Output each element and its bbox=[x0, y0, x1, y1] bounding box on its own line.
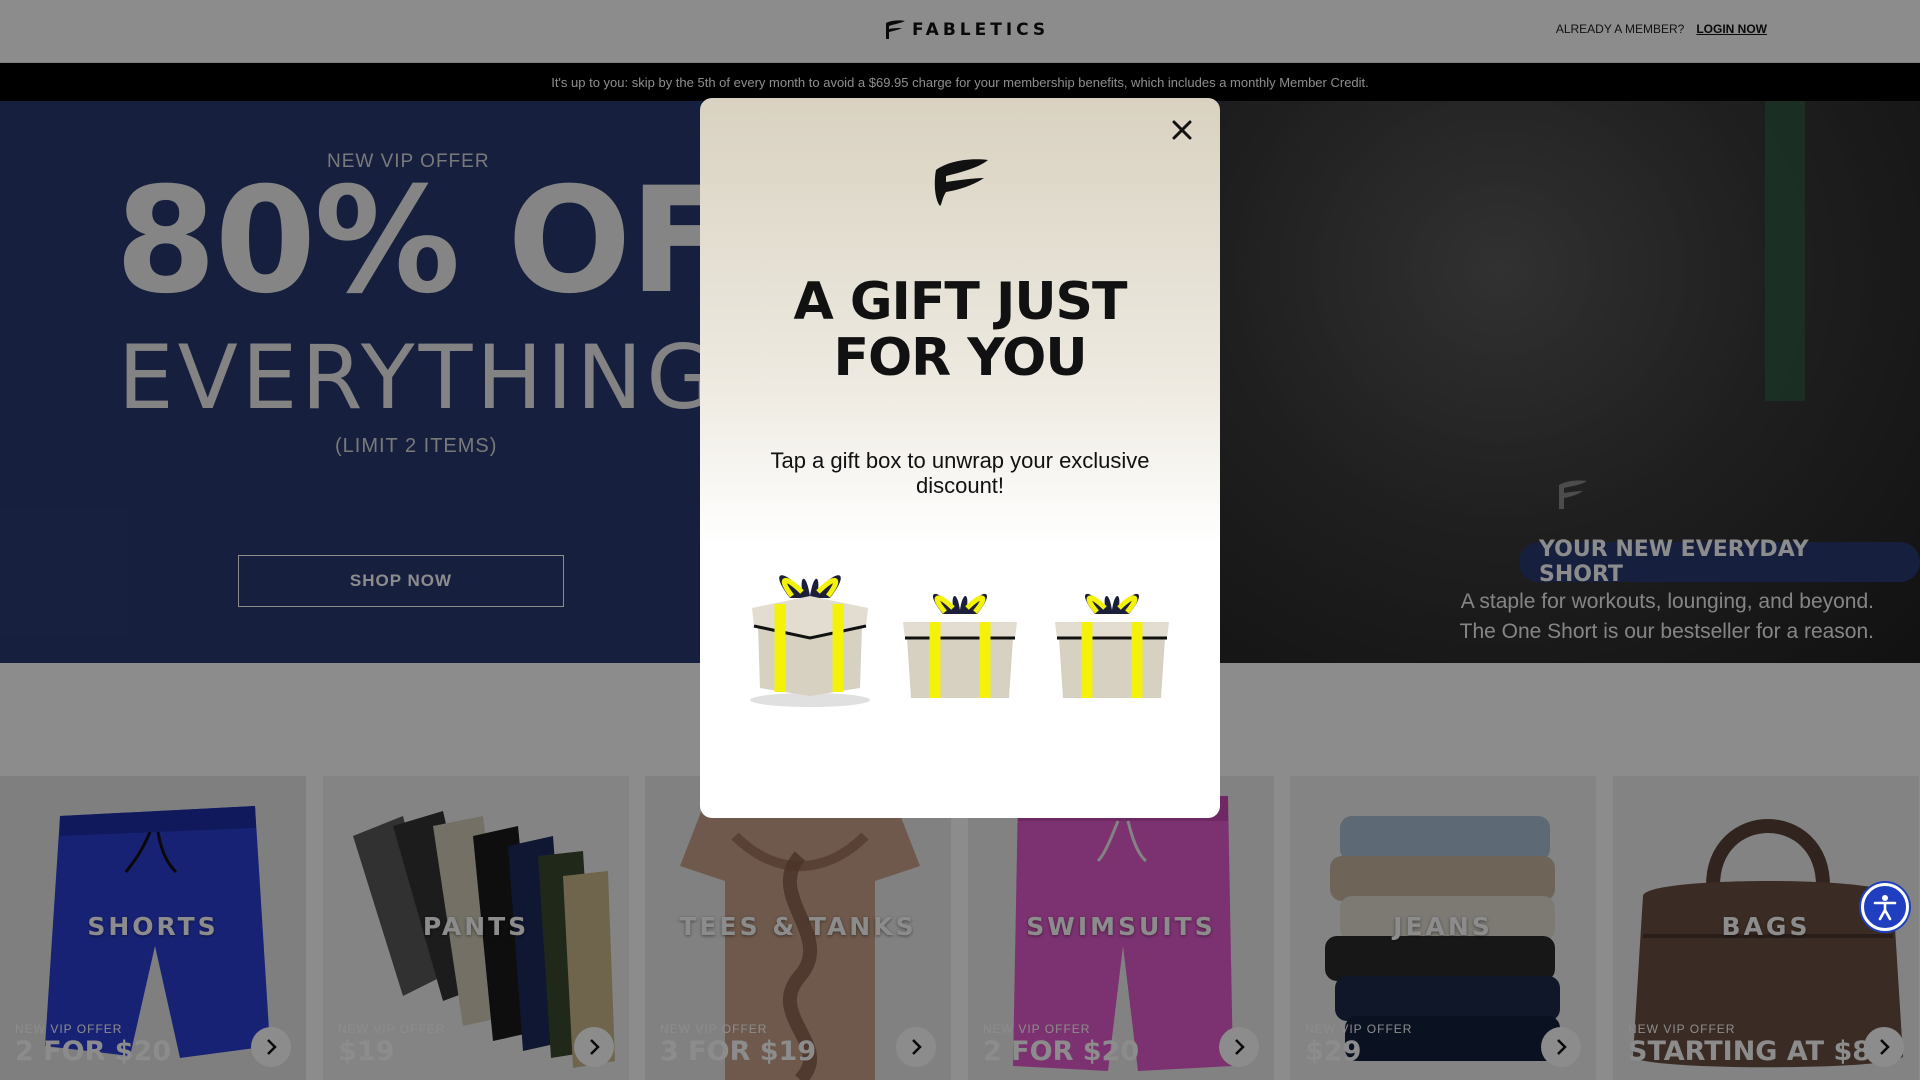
modal-title-line: FOR YOU bbox=[833, 328, 1087, 388]
close-icon bbox=[1172, 120, 1192, 140]
modal-title: A GIFT JUST FOR YOU bbox=[700, 274, 1220, 386]
gift-box-icon[interactable] bbox=[895, 586, 1025, 708]
fabletics-logo-icon bbox=[934, 159, 988, 206]
modal-subtitle: Tap a gift box to unwrap your exclusive … bbox=[770, 448, 1150, 498]
gift-box-row bbox=[700, 568, 1220, 718]
modal-title-line: A GIFT JUST bbox=[793, 272, 1128, 332]
gift-box-icon[interactable] bbox=[740, 568, 880, 708]
gift-modal: A GIFT JUST FOR YOU Tap a gift box to un… bbox=[700, 98, 1220, 818]
accessibility-icon bbox=[1873, 895, 1897, 921]
accessibility-button[interactable] bbox=[1861, 883, 1909, 931]
close-button[interactable] bbox=[1168, 116, 1196, 144]
gift-box-icon[interactable] bbox=[1047, 586, 1177, 708]
